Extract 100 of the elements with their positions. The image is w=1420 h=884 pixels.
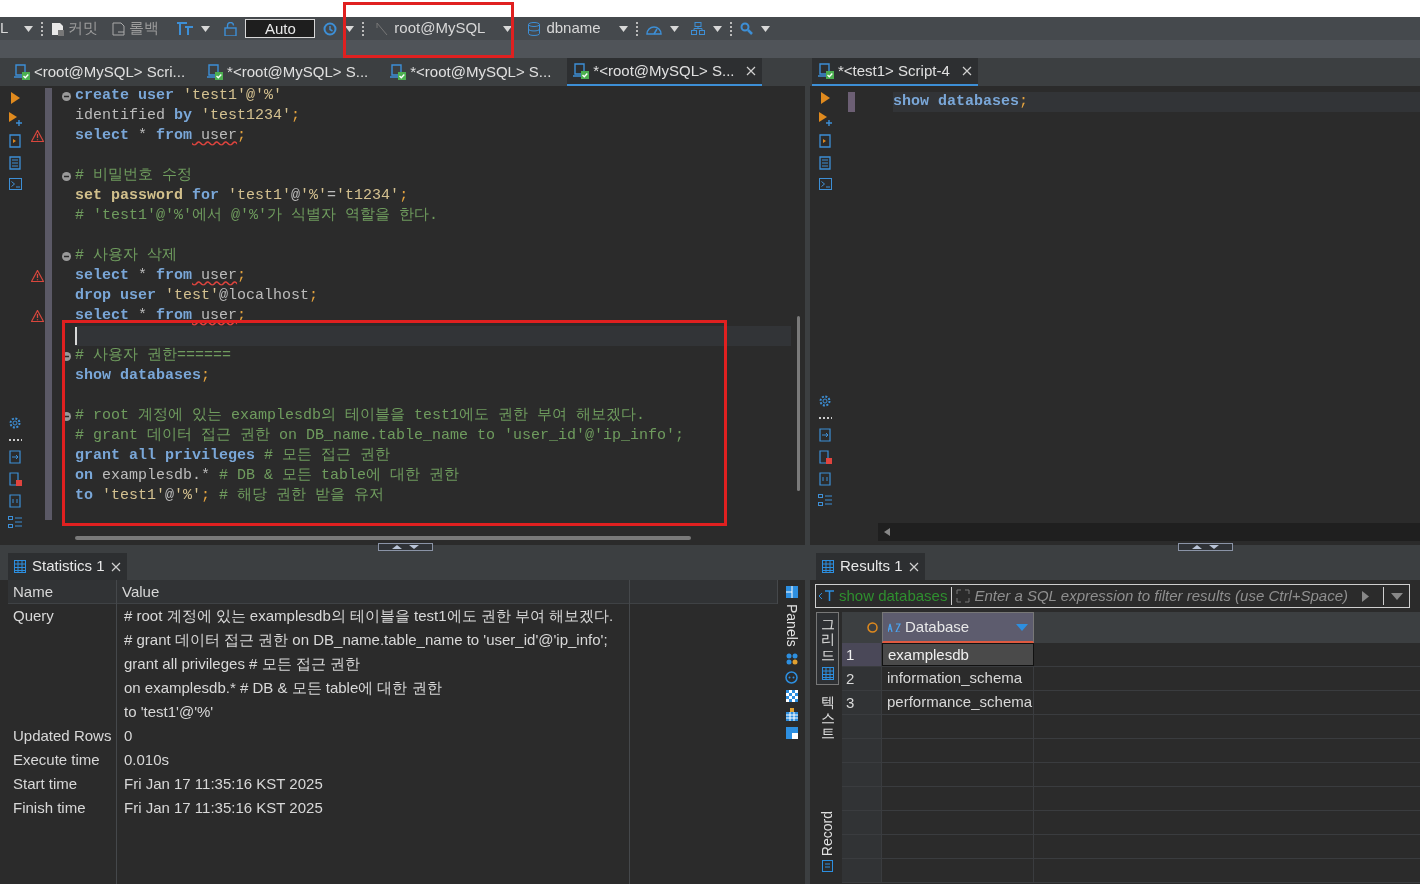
caret-icon[interactable]	[503, 25, 513, 32]
query-marker	[848, 92, 855, 112]
caret-icon[interactable]	[712, 25, 722, 32]
table-cell[interactable]: examplesdb	[882, 643, 1034, 666]
terminal-icon	[818, 178, 832, 190]
document-error-icon[interactable]	[818, 450, 832, 464]
code-line: create user 'test1'@'%'	[75, 86, 283, 106]
column-header[interactable]: Name	[8, 580, 117, 604]
row-number[interactable]: 2	[842, 667, 882, 690]
code-line: set password for 'test1'@'%'='t1234';	[75, 186, 409, 206]
view-tab[interactable]: 텍스트	[816, 691, 839, 746]
fold-icon[interactable]	[62, 251, 71, 261]
table-icon	[14, 560, 26, 573]
variables-icon[interactable]	[9, 494, 21, 508]
history-caret-icon[interactable]	[1391, 592, 1403, 600]
code-line: on examplesdb.* # DB & 모든 table에 대한 권한	[75, 466, 460, 486]
outline-icon[interactable]	[818, 494, 832, 507]
gear-icon[interactable]	[818, 394, 832, 408]
transaction-icon[interactable]	[177, 22, 194, 35]
scroll-left-icon[interactable]	[884, 528, 890, 536]
statistics-tab[interactable]: Statistics 1	[8, 553, 127, 580]
code-line: # 'test1'@'%'에서 @'%'가 식별자 역할을 한다.	[75, 206, 439, 226]
caret-icon[interactable]	[24, 25, 34, 32]
mode-field[interactable]: Auto	[245, 19, 316, 38]
editor-tab[interactable]: *<root@MySQL> S...	[567, 58, 763, 86]
panels-toggle[interactable]: Panels	[778, 580, 805, 884]
expand-icon	[956, 589, 971, 603]
column-header[interactable]: Database	[882, 612, 1034, 643]
caret-icon[interactable]	[760, 25, 770, 32]
caret-icon[interactable]	[345, 25, 355, 32]
script-list-icon	[819, 156, 831, 170]
table-icon	[822, 560, 834, 573]
splitter-handle[interactable]	[1178, 543, 1233, 551]
code-line: # 사용자 권한======	[75, 346, 231, 366]
fold-icon[interactable]	[62, 411, 71, 421]
view-tab[interactable]: 그리드	[816, 612, 839, 686]
export-icon[interactable]	[9, 450, 21, 464]
more-icon[interactable]	[818, 416, 832, 420]
caret-icon[interactable]	[201, 25, 211, 32]
code-line: to 'test1'@'%'; # 해당 권한 받을 유저	[75, 486, 385, 506]
table-cell-text: Fri Jan 17 11:35:16 KST 2025	[123, 774, 324, 794]
table-cell[interactable]: information_schema	[882, 667, 1034, 690]
editor-tab[interactable]: *<root@MySQL> S...	[201, 58, 375, 86]
connection-selector[interactable]: root@MySQL	[376, 17, 513, 40]
document-error-icon[interactable]	[8, 472, 22, 486]
filter-field[interactable]: show databases Enter a SQL expression to filter results (use Ctrl+Space)	[815, 584, 1410, 608]
layout-icon	[785, 726, 798, 739]
caret-icon[interactable]	[669, 25, 679, 32]
script-icon	[14, 64, 30, 80]
value-viewer-icon	[785, 652, 798, 665]
history-icon[interactable]	[323, 21, 338, 36]
results-tab[interactable]: Results 1	[816, 553, 925, 580]
plug-icon	[376, 21, 389, 36]
editor-tab[interactable]: <root@MySQL> Scri...	[8, 58, 192, 86]
fold-icon[interactable]	[62, 171, 71, 181]
row-number[interactable]: 3	[842, 691, 882, 714]
gear-icon[interactable]	[8, 416, 22, 430]
terminal-icon	[8, 178, 22, 190]
record-icon	[822, 860, 833, 872]
table-cell-text: 0.010s	[123, 750, 171, 770]
network-icon[interactable]	[690, 22, 705, 35]
row-status-icon	[867, 622, 878, 633]
close-icon[interactable]	[110, 561, 121, 572]
variables-icon[interactable]	[819, 472, 831, 486]
close-icon[interactable]	[908, 561, 919, 572]
scrollbar-thumb[interactable]	[75, 536, 691, 540]
caret-icon[interactable]	[618, 25, 628, 32]
search-icon[interactable]	[739, 22, 753, 35]
column-header[interactable]: Value	[117, 580, 630, 604]
run-filter-icon[interactable]	[1362, 590, 1369, 602]
record-toggle[interactable]: Record	[817, 810, 838, 872]
toolbar-grip	[729, 21, 732, 36]
checker-icon	[785, 689, 798, 702]
database-selector[interactable]: dbname	[528, 17, 628, 40]
splitter-handle[interactable]	[378, 543, 433, 551]
code-line: # grant 데이터 접근 권한 on DB_name.table_name to 'user_id'@'ip_info';	[75, 426, 685, 446]
outline-icon[interactable]	[8, 516, 22, 529]
code-line: # 사용자 삭제	[75, 246, 177, 266]
export-icon[interactable]	[819, 428, 831, 442]
document-icon	[819, 134, 831, 148]
lock-icon[interactable]	[224, 21, 238, 36]
grid-stack-icon	[785, 707, 798, 721]
code-line: select * from user;	[75, 126, 247, 146]
fold-icon[interactable]	[62, 91, 71, 101]
editor-tab[interactable]: *<root@MySQL> S...	[384, 58, 558, 86]
editor-tab[interactable]: *<test1> Script-4	[812, 58, 978, 86]
script-icon	[390, 64, 407, 80]
code-line: show databases;	[893, 92, 1029, 112]
close-icon[interactable]	[961, 66, 972, 76]
run-icon	[10, 92, 20, 104]
scrollbar-thumb[interactable]	[796, 316, 800, 491]
more-icon[interactable]	[8, 438, 22, 442]
code-line: # 비밀번호 수정	[75, 166, 192, 186]
close-icon[interactable]	[746, 66, 757, 76]
row-number[interactable]: 1	[842, 643, 882, 666]
fold-icon[interactable]	[62, 351, 71, 361]
filter-query: show databases	[839, 585, 948, 606]
menu-label[interactable]: L	[0, 17, 9, 40]
script-icon	[573, 63, 590, 79]
table-cell[interactable]: performance_schema	[882, 691, 1034, 714]
